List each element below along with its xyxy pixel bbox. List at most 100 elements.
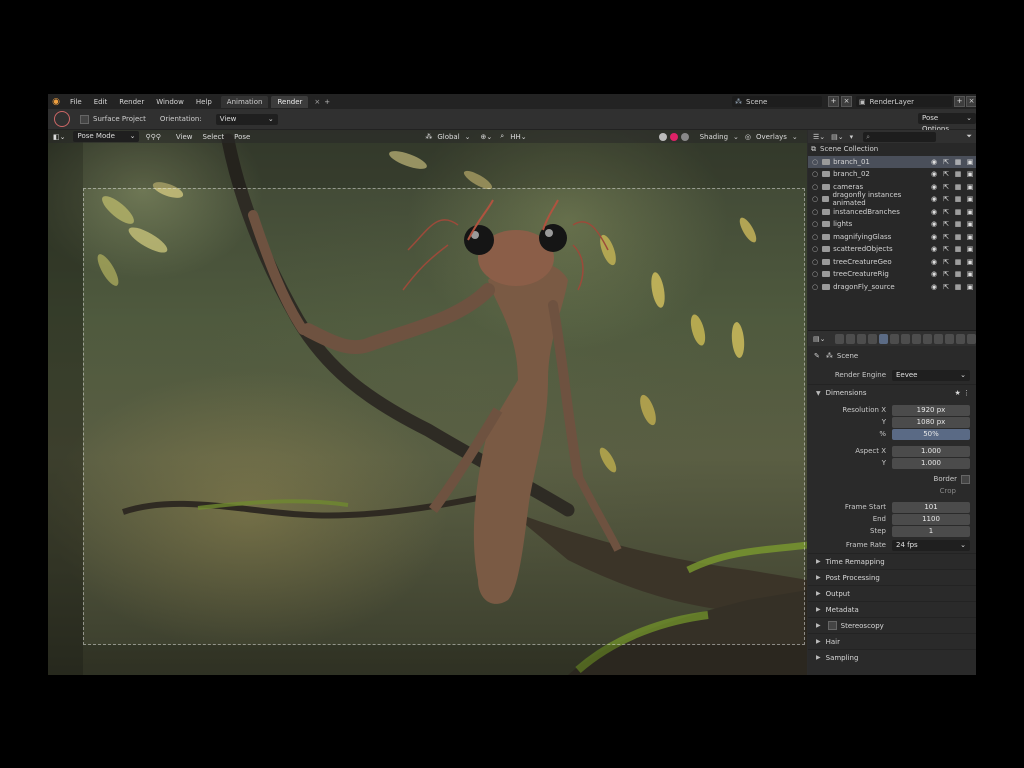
particles-tab-icon[interactable] — [923, 333, 933, 344]
modifier-tab-icon[interactable] — [912, 333, 922, 344]
cursor-icon[interactable]: ⇱ — [940, 270, 952, 278]
surface-project-checkbox[interactable] — [80, 114, 89, 124]
tab-animation[interactable]: Animation — [220, 95, 269, 108]
cursor-icon[interactable]: ⇱ — [940, 195, 952, 203]
render-visibility-icon[interactable]: ▦ — [952, 220, 964, 228]
snap-icon[interactable]: ⌕ — [500, 132, 504, 141]
aspect-y-field[interactable]: 1.000 — [892, 457, 970, 469]
frame-step-field[interactable]: 1 — [892, 525, 970, 537]
proportional-edit-icon[interactable]: HH⌄ — [510, 133, 526, 141]
transform-orientation-icon[interactable]: ⁂ — [425, 133, 432, 141]
render-visibility-icon[interactable]: ▦ — [952, 258, 964, 266]
cursor-icon[interactable]: ⇱ — [940, 258, 952, 266]
shading-solid-icon[interactable] — [658, 132, 667, 141]
outliner-item[interactable]: ○ dragonFly_source ◉ ⇱ ▦ ▣ — [808, 281, 976, 294]
eye-icon[interactable]: ◉ — [928, 220, 940, 228]
outliner-item[interactable]: ○ branch_02 ◉ ⇱ ▦ ▣ — [808, 168, 976, 181]
menu-pose[interactable]: Pose — [229, 133, 255, 141]
camera-icon[interactable]: ▣ — [964, 158, 976, 166]
overlays-dropdown[interactable]: Overlays — [751, 133, 792, 141]
blender-logo-icon[interactable]: ◉ — [48, 94, 64, 109]
cursor-icon[interactable]: ⇱ — [940, 283, 952, 291]
dimensions-section[interactable]: ▼ Dimensions ★ ⋮ — [808, 384, 976, 400]
presets-icon[interactable]: ★ ⋮ — [954, 389, 970, 397]
resolution-x-field[interactable]: 1920 px — [892, 404, 970, 416]
pin-icon[interactable]: ✎ — [814, 352, 820, 360]
view-layer-tab-icon[interactable] — [868, 333, 878, 344]
delete-scene-button[interactable]: × — [841, 96, 852, 107]
render-visibility-icon[interactable]: ▦ — [952, 195, 964, 203]
expand-arrow-icon[interactable]: ○ — [812, 170, 818, 178]
cursor-icon[interactable]: ⇱ — [940, 183, 952, 191]
outliner-search-input[interactable]: ⌕ — [863, 131, 937, 142]
render-visibility-icon[interactable]: ▦ — [952, 270, 964, 278]
eye-icon[interactable]: ◉ — [928, 158, 940, 166]
expand-arrow-icon[interactable]: ○ — [812, 283, 818, 291]
camera-icon[interactable]: ▣ — [964, 208, 976, 216]
camera-icon[interactable]: ▣ — [964, 270, 976, 278]
expand-arrow-icon[interactable]: ○ — [812, 220, 818, 228]
menu-file[interactable]: File — [64, 98, 88, 106]
menu-render[interactable]: Render — [113, 98, 150, 106]
add-workspace-button[interactable]: + — [324, 98, 330, 106]
pose-options-dropdown[interactable]: Pose Options ⌄ — [918, 113, 976, 133]
shading-rendered-icon[interactable] — [680, 132, 689, 141]
mode-dropdown[interactable]: Pose Mode ⌄ — [73, 131, 140, 142]
menu-select[interactable]: Select — [198, 133, 230, 141]
menu-edit[interactable]: Edit — [88, 98, 114, 106]
3d-viewport[interactable]: ◧⌄ Pose Mode ⌄ ⚲⚲⚲ View Select Pose ⁂ Gl… — [48, 130, 807, 675]
editor-type-icon[interactable]: ◧⌄ — [53, 133, 65, 141]
render-visibility-icon[interactable]: ▦ — [952, 158, 964, 166]
camera-icon[interactable]: ▣ — [964, 283, 976, 291]
eye-icon[interactable]: ◉ — [928, 183, 940, 191]
bone-tab-icon[interactable] — [967, 333, 976, 344]
render-visibility-icon[interactable]: ▦ — [952, 170, 964, 178]
menu-help[interactable]: Help — [190, 98, 218, 106]
tool-icon[interactable] — [54, 111, 70, 127]
pivot-icon[interactable]: ⚲⚲⚲ — [145, 133, 160, 141]
property-section[interactable]: ▶ Hair — [808, 633, 976, 649]
expand-arrow-icon[interactable]: ○ — [812, 183, 818, 191]
property-section[interactable]: ▶ Time Remapping — [808, 553, 976, 569]
shading-dropdown[interactable]: Shading — [695, 133, 733, 141]
eye-icon[interactable]: ◉ — [928, 283, 940, 291]
outliner-editor-icon[interactable]: ☰⌄ — [813, 133, 825, 141]
cursor-icon[interactable]: ⇱ — [940, 158, 952, 166]
shading-material-icon[interactable] — [669, 132, 678, 141]
physics-tab-icon[interactable] — [934, 333, 944, 344]
cursor-icon[interactable]: ⇱ — [940, 208, 952, 216]
eye-icon[interactable]: ◉ — [928, 170, 940, 178]
close-tab-icon[interactable]: × — [314, 98, 320, 106]
property-section[interactable]: ▶ Output — [808, 585, 976, 601]
display-mode-icon[interactable]: ▤⌄ — [831, 133, 843, 141]
properties-editor-icon[interactable]: ▤⌄ — [813, 335, 825, 343]
render-layer-selector[interactable]: ▣ RenderLayer — [856, 96, 952, 107]
camera-icon[interactable]: ▣ — [964, 245, 976, 253]
camera-icon[interactable]: ▣ — [964, 220, 976, 228]
frame-end-field[interactable]: 1100 — [892, 513, 970, 525]
filter-icon[interactable]: ▾ — [850, 133, 854, 141]
scene-selector[interactable]: ⁂ Scene — [732, 96, 822, 107]
outliner-item[interactable]: ○ branch_01 ◉ ⇱ ▦ ▣ — [808, 155, 976, 168]
pivot-point-icon[interactable]: ⊕⌄ — [481, 133, 493, 141]
outliner-item[interactable]: ○ treeCreatureRig ◉ ⇱ ▦ ▣ — [808, 268, 976, 281]
camera-icon[interactable]: ▣ — [964, 195, 976, 203]
aspect-x-field[interactable]: 1.000 — [892, 445, 970, 457]
expand-arrow-icon[interactable]: ○ — [812, 270, 818, 278]
expand-arrow-icon[interactable]: ○ — [812, 158, 818, 166]
camera-icon[interactable]: ▣ — [964, 183, 976, 191]
expand-arrow-icon[interactable]: ○ — [812, 233, 818, 241]
outliner-item[interactable]: ○ magnifyingGlass ◉ ⇱ ▦ ▣ — [808, 231, 976, 244]
output-tab-icon[interactable] — [857, 333, 867, 344]
outliner-item[interactable]: ○ treeCreatureGeo ◉ ⇱ ▦ ▣ — [808, 256, 976, 269]
property-section[interactable]: ▶ Sampling — [808, 649, 976, 665]
render-visibility-icon[interactable]: ▦ — [952, 183, 964, 191]
object-tab-icon[interactable] — [901, 333, 911, 344]
tool-tab-icon[interactable] — [835, 333, 845, 344]
property-section[interactable]: ▶ Stereoscopy — [808, 617, 976, 633]
cursor-icon[interactable]: ⇱ — [940, 220, 952, 228]
eye-icon[interactable]: ◉ — [928, 208, 940, 216]
camera-icon[interactable]: ▣ — [964, 258, 976, 266]
world-tab-icon[interactable] — [890, 333, 900, 344]
outliner-item[interactable]: ○ scatteredObjects ◉ ⇱ ▦ ▣ — [808, 243, 976, 256]
